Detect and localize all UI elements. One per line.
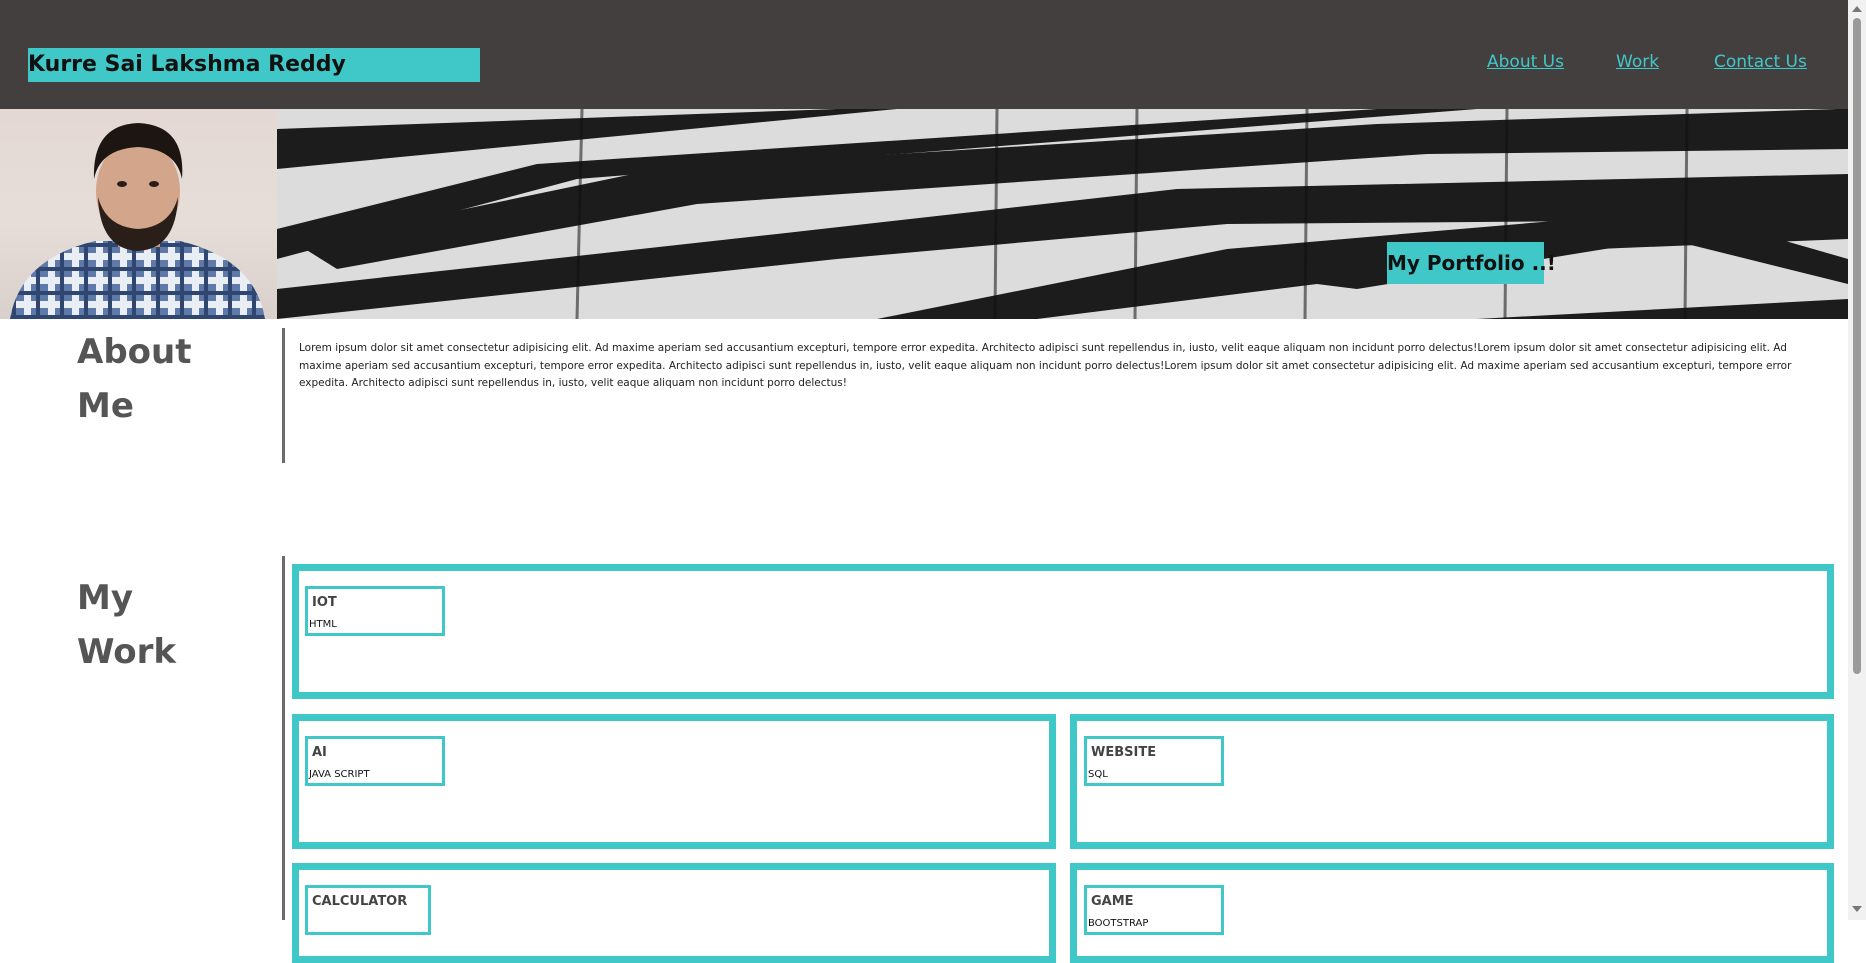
nav-link-about-us[interactable]: About Us [1487,52,1564,72]
work-heading: My Work [77,571,217,679]
about-heading: About Me [77,325,217,433]
work-heading-line1: My [77,578,133,618]
project-tag-ai: AI JAVA SCRIPT [305,736,445,786]
project-title: WEBSITE [1091,745,1157,760]
project-title: IOT [312,595,337,610]
about-divider [282,328,285,463]
portfolio-label: My Portfolio ..! [1387,242,1556,284]
project-tech: SQL [1088,769,1108,780]
scroll-up-arrow-icon[interactable] [1852,6,1862,12]
about-heading-line1: About [77,332,192,372]
project-card-game[interactable]: GAME BOOTSTRAP [1070,863,1834,963]
project-title: AI [312,745,327,760]
project-card-ai[interactable]: AI JAVA SCRIPT [292,714,1056,849]
work-heading-line2: Work [77,632,177,672]
about-text: Lorem ipsum dolor sit amet consectetur a… [299,342,1792,389]
site-header: Kurre Sai Lakshma Reddy About Us Work Co… [0,0,1848,109]
project-title: GAME [1091,894,1134,909]
page-scrollbar[interactable] [1848,0,1866,920]
project-tag-game: GAME BOOTSTRAP [1084,885,1224,935]
hero-banner [277,109,1848,319]
project-tag-calculator: CALCULATOR [305,885,431,935]
project-tech: JAVA SCRIPT [309,769,370,780]
main-nav: About Us Work Contact Us [0,52,1848,76]
project-card-iot[interactable]: IOT HTML [292,564,1834,699]
nav-link-contact-us[interactable]: Contact Us [1714,52,1807,72]
project-tech: HTML [309,619,337,630]
project-card-calculator[interactable]: CALCULATOR [292,863,1056,963]
profile-photo [0,109,277,319]
work-divider [282,556,285,920]
scrollbar-thumb[interactable] [1853,18,1861,674]
about-heading-line2: Me [77,386,134,426]
project-title: CALCULATOR [312,894,408,909]
scroll-down-arrow-icon[interactable] [1852,906,1862,912]
project-card-website[interactable]: WEBSITE SQL [1070,714,1834,849]
project-tag-iot: IOT HTML [305,586,445,636]
nav-link-work[interactable]: Work [1616,52,1659,72]
project-tag-website: WEBSITE SQL [1084,736,1224,786]
